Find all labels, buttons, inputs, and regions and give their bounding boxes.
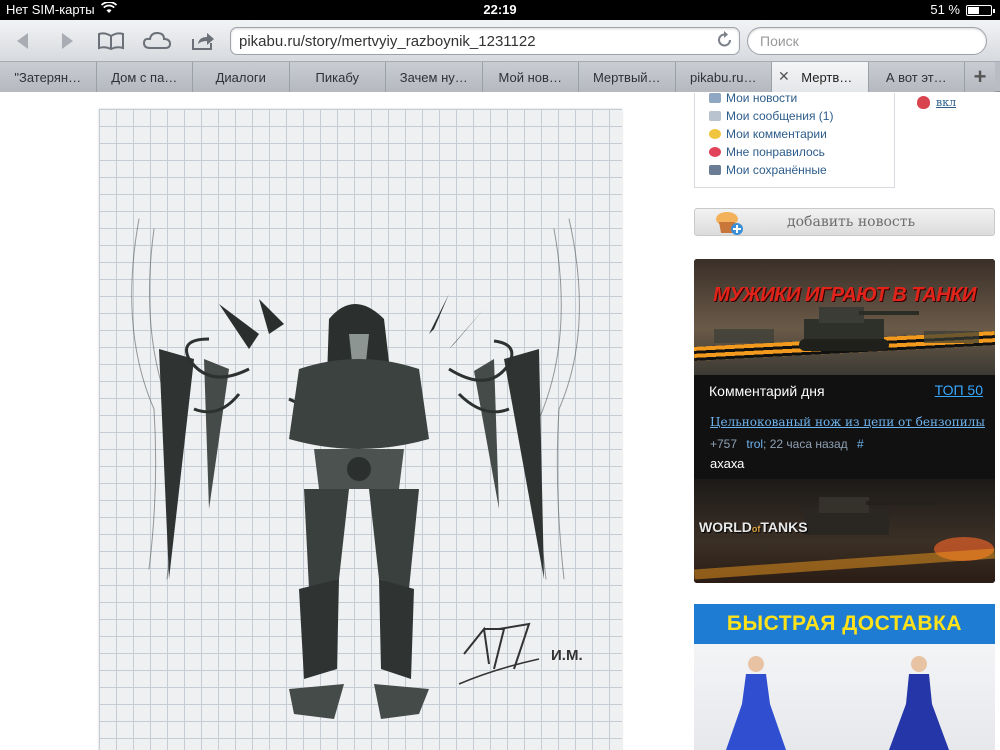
reload-icon[interactable] bbox=[717, 31, 733, 54]
logo-word-3: TANKS bbox=[760, 519, 808, 535]
delivery-ad-body bbox=[694, 644, 995, 750]
search-bar[interactable] bbox=[747, 27, 987, 55]
add-news-label: добавить новость bbox=[787, 214, 916, 230]
tab-bar: "Затерян… Дом с па… Диалоги Пикабу Зачем… bbox=[0, 62, 1000, 92]
comment-of-day-title: Комментарий дня bbox=[709, 383, 825, 399]
tab-7[interactable]: pikabu.ru… bbox=[675, 62, 772, 92]
new-tab-button[interactable]: + bbox=[965, 62, 995, 92]
share-arrow-icon bbox=[192, 33, 214, 50]
strawberry-icon bbox=[917, 96, 930, 109]
toggle-label[interactable]: вкл bbox=[936, 96, 956, 109]
close-tab-icon[interactable]: ✕ bbox=[778, 68, 790, 85]
comment-text: ахаха bbox=[710, 456, 745, 471]
back-arrow-icon bbox=[17, 33, 28, 49]
share-button[interactable] bbox=[188, 28, 218, 54]
battery-percent: 51 % bbox=[930, 2, 960, 17]
heart-icon bbox=[709, 147, 721, 157]
url-text: pikabu.ru/story/mertvyiy_razboynik_12311… bbox=[239, 33, 536, 50]
tank-banner-bottom: WORLDofTANKS bbox=[694, 479, 995, 583]
delivery-ad-headline: БЫСТРАЯ ДОСТАВКА bbox=[726, 612, 963, 635]
menu-label: Мои сообщения (1) bbox=[726, 109, 834, 123]
cloud-icon bbox=[143, 32, 171, 49]
browser-toolbar: pikabu.ru/story/mertvyiy_razboynik_12311… bbox=[0, 20, 1000, 62]
comment-time: ; 22 часа назад bbox=[763, 437, 848, 451]
tab-0[interactable]: "Затерян… bbox=[0, 62, 97, 92]
address-bar[interactable]: pikabu.ru/story/mertvyiy_razboynik_12311… bbox=[230, 27, 740, 55]
add-news-button[interactable]: добавить новость bbox=[694, 208, 995, 236]
user-menu-list: Мои новости Мои сообщения (1) Мои коммен… bbox=[709, 93, 833, 179]
tab-2[interactable]: Диалоги bbox=[193, 62, 290, 92]
user-menu-panel: Мои новости Мои сообщения (1) Мои коммен… bbox=[694, 93, 895, 188]
logo-word-1: WORLD bbox=[699, 519, 752, 535]
menu-liked[interactable]: Мне понравилось bbox=[709, 143, 833, 161]
menu-my-news[interactable]: Мои новости bbox=[709, 93, 833, 107]
menu-label: Мои новости bbox=[726, 93, 798, 105]
top50-link[interactable]: ТОП 50 bbox=[935, 382, 983, 398]
tab-1[interactable]: Дом с па… bbox=[96, 62, 193, 92]
tab-9[interactable]: А вот эт… bbox=[868, 62, 965, 92]
sketch-signature: И.М. bbox=[551, 647, 583, 664]
menu-saved[interactable]: Мои сохранённые bbox=[709, 161, 833, 179]
tab-label: Мой нов… bbox=[498, 69, 562, 85]
tab-label: Зачем ну… bbox=[399, 69, 468, 85]
tank-banner-top: МУЖИКИ ИГРАЮТ В ТАНКИ bbox=[694, 259, 995, 375]
tab-6[interactable]: Мертвый… bbox=[579, 62, 676, 92]
tab-8-active[interactable]: ✕ Мертв… bbox=[772, 62, 869, 92]
tank-illustration bbox=[714, 307, 979, 351]
news-icon bbox=[709, 93, 721, 103]
status-right: 51 % bbox=[930, 2, 995, 17]
dresses-illustration bbox=[726, 656, 949, 750]
page-content: И.М. Мои новости Мои сообщения (1) Мои к… bbox=[0, 93, 1000, 750]
tab-label: Мертвый… bbox=[592, 69, 661, 85]
open-book-icon bbox=[98, 32, 124, 50]
comment-score: +757 bbox=[710, 437, 738, 451]
icloud-tabs-button[interactable] bbox=[142, 28, 172, 54]
forward-button[interactable] bbox=[52, 28, 82, 54]
menu-my-comments[interactable]: Мои комментарии bbox=[709, 125, 833, 143]
comment-user-link[interactable]: trol bbox=[746, 437, 763, 451]
plus-icon: + bbox=[973, 64, 987, 89]
tab-3[interactable]: Пикабу bbox=[289, 62, 386, 92]
delivery-ad[interactable]: БЫСТРАЯ ДОСТАВКА bbox=[694, 604, 995, 750]
status-time: 22:19 bbox=[483, 2, 517, 17]
tab-label: Мертв… bbox=[801, 69, 853, 85]
strawberry-toggle[interactable]: вкл bbox=[917, 96, 956, 109]
comment-story-link[interactable]: Цельнокованый нож из цепи от бензопилы bbox=[710, 415, 985, 429]
floppy-disk-icon bbox=[709, 165, 721, 175]
ipad-screen: Нет SIM-карты 22:19 51 % pikabu.ru/story… bbox=[0, 0, 1000, 750]
comment-meta: +757 trol; 22 часа назад # bbox=[710, 437, 864, 451]
tab-label: Дом с па… bbox=[111, 69, 178, 85]
tab-label: Пикабу bbox=[315, 69, 359, 85]
tab-label: "Затерян… bbox=[14, 69, 82, 85]
menu-label: Мои сохранённые bbox=[726, 163, 827, 177]
comment-permalink[interactable]: # bbox=[857, 437, 864, 451]
speech-bubble-icon bbox=[709, 129, 721, 139]
tab-4[interactable]: Зачем ну… bbox=[386, 62, 483, 92]
sketch-drawing bbox=[131, 218, 580, 719]
tab-label: pikabu.ru… bbox=[690, 69, 757, 85]
envelope-icon bbox=[709, 111, 721, 121]
world-of-tanks-ad[interactable]: МУЖИКИ ИГРАЮТ В ТАНКИ Комментарий дня ТО… bbox=[694, 259, 995, 583]
bookmarks-button[interactable] bbox=[96, 28, 126, 54]
story-image[interactable]: И.М. bbox=[99, 109, 622, 750]
forward-arrow-icon bbox=[62, 33, 73, 49]
tab-5[interactable]: Мой нов… bbox=[482, 62, 579, 92]
muffin-plus-icon bbox=[716, 212, 743, 235]
tab-label: А вот эт… bbox=[885, 69, 947, 85]
world-of-tanks-logo: WORLDofTANKS bbox=[699, 519, 808, 535]
menu-label: Мои комментарии bbox=[726, 127, 827, 141]
search-input[interactable] bbox=[760, 33, 970, 49]
menu-my-messages[interactable]: Мои сообщения (1) bbox=[709, 107, 833, 125]
delivery-ad-header: БЫСТРАЯ ДОСТАВКА bbox=[694, 604, 995, 644]
tab-label: Диалоги bbox=[215, 69, 266, 85]
back-button[interactable] bbox=[8, 28, 38, 54]
battery-icon bbox=[966, 4, 995, 16]
status-bar: Нет SIM-карты 22:19 51 % bbox=[0, 0, 1000, 20]
menu-label: Мне понравилось bbox=[726, 145, 825, 159]
